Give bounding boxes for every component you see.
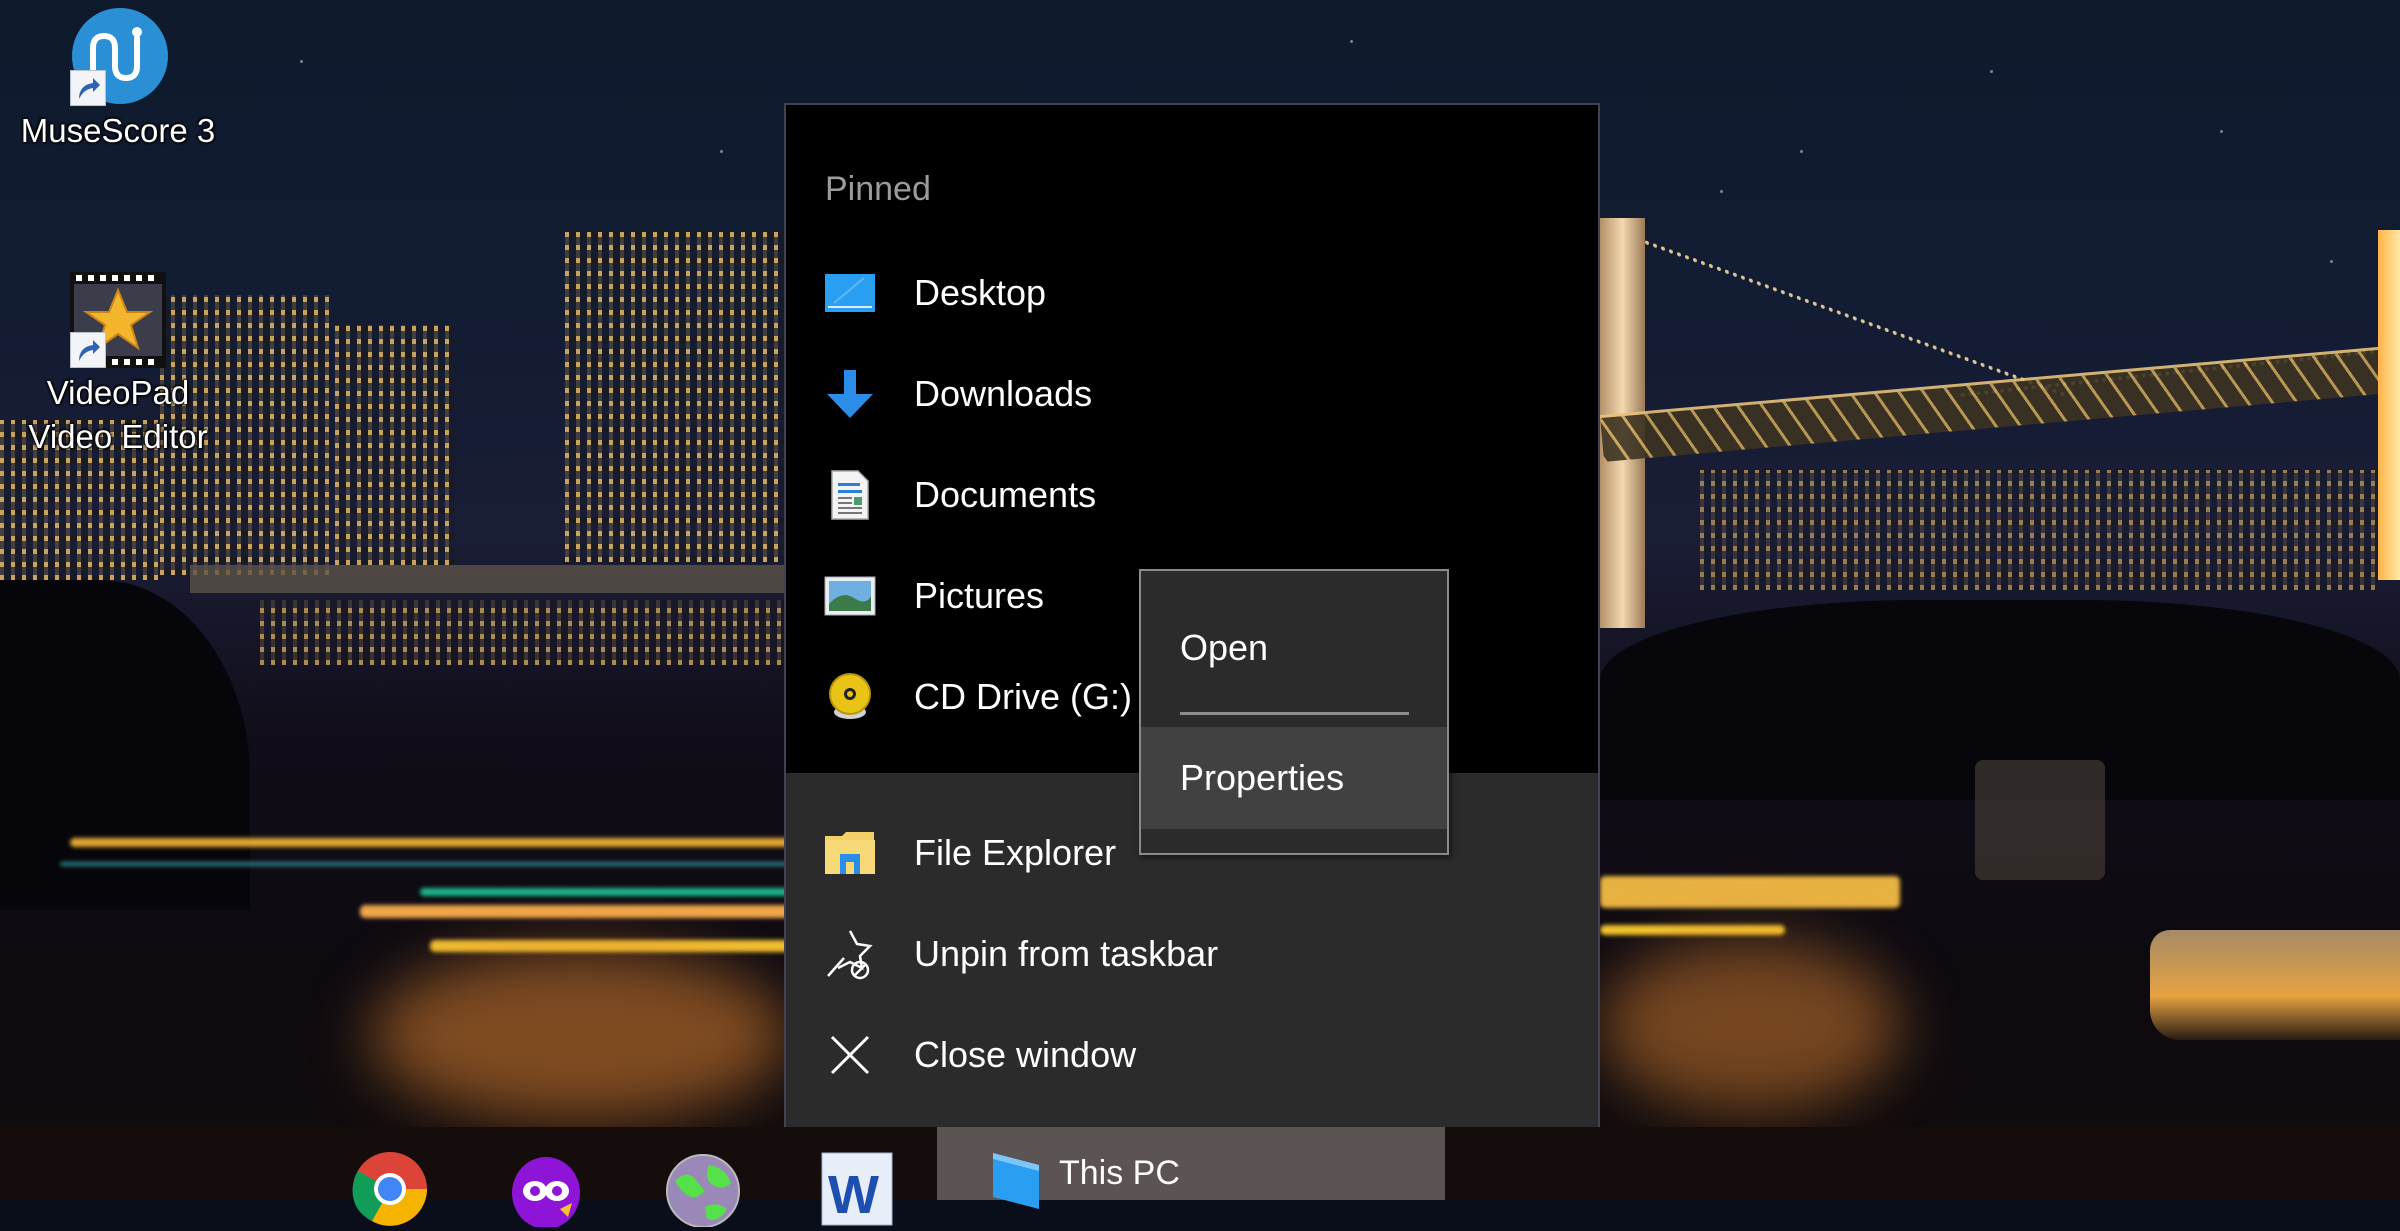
wallpaper-light-streak: [60, 862, 790, 866]
downloads-arrow-icon: [823, 367, 877, 421]
jump-list-item-close-window[interactable]: Close window: [786, 1005, 1598, 1105]
documents-icon: [823, 468, 877, 522]
taskbar-chrome-button[interactable]: [352, 1151, 428, 1227]
taskbar-owl-button[interactable]: [508, 1151, 584, 1229]
wallpaper-shore: [0, 580, 250, 910]
wallpaper-star: [1720, 190, 1723, 193]
context-menu-open[interactable]: Open: [1141, 583, 1447, 713]
desktop-icon-label-line1: VideoPad: [46, 374, 190, 411]
wallpaper-star: [300, 60, 303, 63]
wallpaper-water-reflection: [1600, 940, 1900, 1110]
shortcut-arrow-icon: [70, 332, 106, 368]
jump-list-item-label: Desktop: [914, 272, 1047, 313]
wallpaper-light-streak: [420, 888, 790, 896]
context-menu-label: Open: [1180, 627, 1269, 668]
jump-list-item-label: Unpin from taskbar: [914, 933, 1219, 974]
jump-list-heading-pinned: Pinned: [825, 170, 931, 208]
chrome-icon: [352, 1152, 427, 1226]
wallpaper-boat: [1975, 760, 2105, 880]
wallpaper-boat: [2150, 930, 2400, 1040]
pictures-icon: [823, 569, 877, 623]
wallpaper-light-streak: [360, 905, 790, 918]
cd-drive-icon: [823, 670, 877, 724]
musescore-icon: [68, 8, 168, 108]
context-menu-properties[interactable]: Properties: [1141, 727, 1447, 829]
taskbar-this-pc-button[interactable]: This PC: [937, 1127, 1445, 1209]
wallpaper-lower-bridge: [190, 565, 790, 593]
desktop-icon-musescore[interactable]: MuseScore 3: [0, 8, 236, 154]
wallpaper-star: [1350, 40, 1353, 43]
taskbar-window-label: This PC: [1059, 1154, 1180, 1192]
wallpaper-building: [260, 600, 790, 665]
owl-icon: [512, 1157, 580, 1229]
context-menu-separator: [1180, 712, 1409, 715]
wallpaper-star: [2220, 130, 2223, 133]
jump-list-item-label: Documents: [914, 474, 1097, 515]
wallpaper-star: [2330, 260, 2333, 263]
word-icon: W: [821, 1152, 893, 1226]
jump-list-item-label: CD Drive (G:): [914, 676, 1132, 717]
jump-list-item-unpin[interactable]: Unpin from taskbar: [786, 904, 1598, 1004]
wallpaper-building: [335, 325, 455, 565]
jump-list-item-label: Pictures: [914, 575, 1045, 616]
wallpaper-star: [1990, 70, 1993, 73]
wallpaper-tokyo-tower: [2378, 230, 2400, 580]
globe-icon: [666, 1154, 740, 1228]
jump-list-item-desktop[interactable]: Desktop: [786, 243, 1598, 343]
videopad-icon: [68, 270, 168, 370]
desktop-icon-label-line2: Video Editor: [28, 418, 208, 455]
jump-list-item-downloads[interactable]: Downloads: [786, 344, 1598, 444]
this-pc-icon: [991, 1151, 1043, 1211]
context-menu-label: Properties: [1180, 757, 1345, 798]
jump-list-item-label: Downloads: [914, 373, 1093, 414]
taskbar-globe-button[interactable]: [665, 1151, 741, 1228]
wallpaper-light-streak: [1600, 876, 1900, 908]
desktop-folder-icon: [823, 266, 877, 320]
wallpaper-building: [565, 232, 785, 562]
jump-list-item-label: File Explorer: [914, 832, 1117, 873]
desktop-icon-label: MuseScore 3: [20, 112, 216, 149]
jump-list-item-label: Close window: [914, 1034, 1137, 1075]
wallpaper-star: [1800, 150, 1803, 153]
close-icon: [823, 1028, 877, 1082]
wallpaper-building: [1700, 470, 2380, 590]
wallpaper-star: [720, 150, 723, 153]
jump-list-item-documents[interactable]: Documents: [786, 445, 1598, 545]
taskbar: W This PC: [0, 1127, 2400, 1229]
jump-list-item-context-menu: Open Properties: [1139, 569, 1449, 855]
wallpaper-water-reflection: [370, 950, 790, 1120]
wallpaper-light-streak: [1600, 925, 1785, 935]
svg-text:W: W: [828, 1165, 879, 1225]
desktop-icon-videopad[interactable]: VideoPad Video Editor: [0, 270, 236, 460]
shortcut-arrow-icon: [70, 70, 106, 106]
taskbar-word-button[interactable]: W: [820, 1151, 896, 1227]
file-explorer-icon: [823, 826, 877, 880]
wallpaper-light-streak: [70, 838, 790, 847]
unpin-icon: [823, 927, 877, 981]
